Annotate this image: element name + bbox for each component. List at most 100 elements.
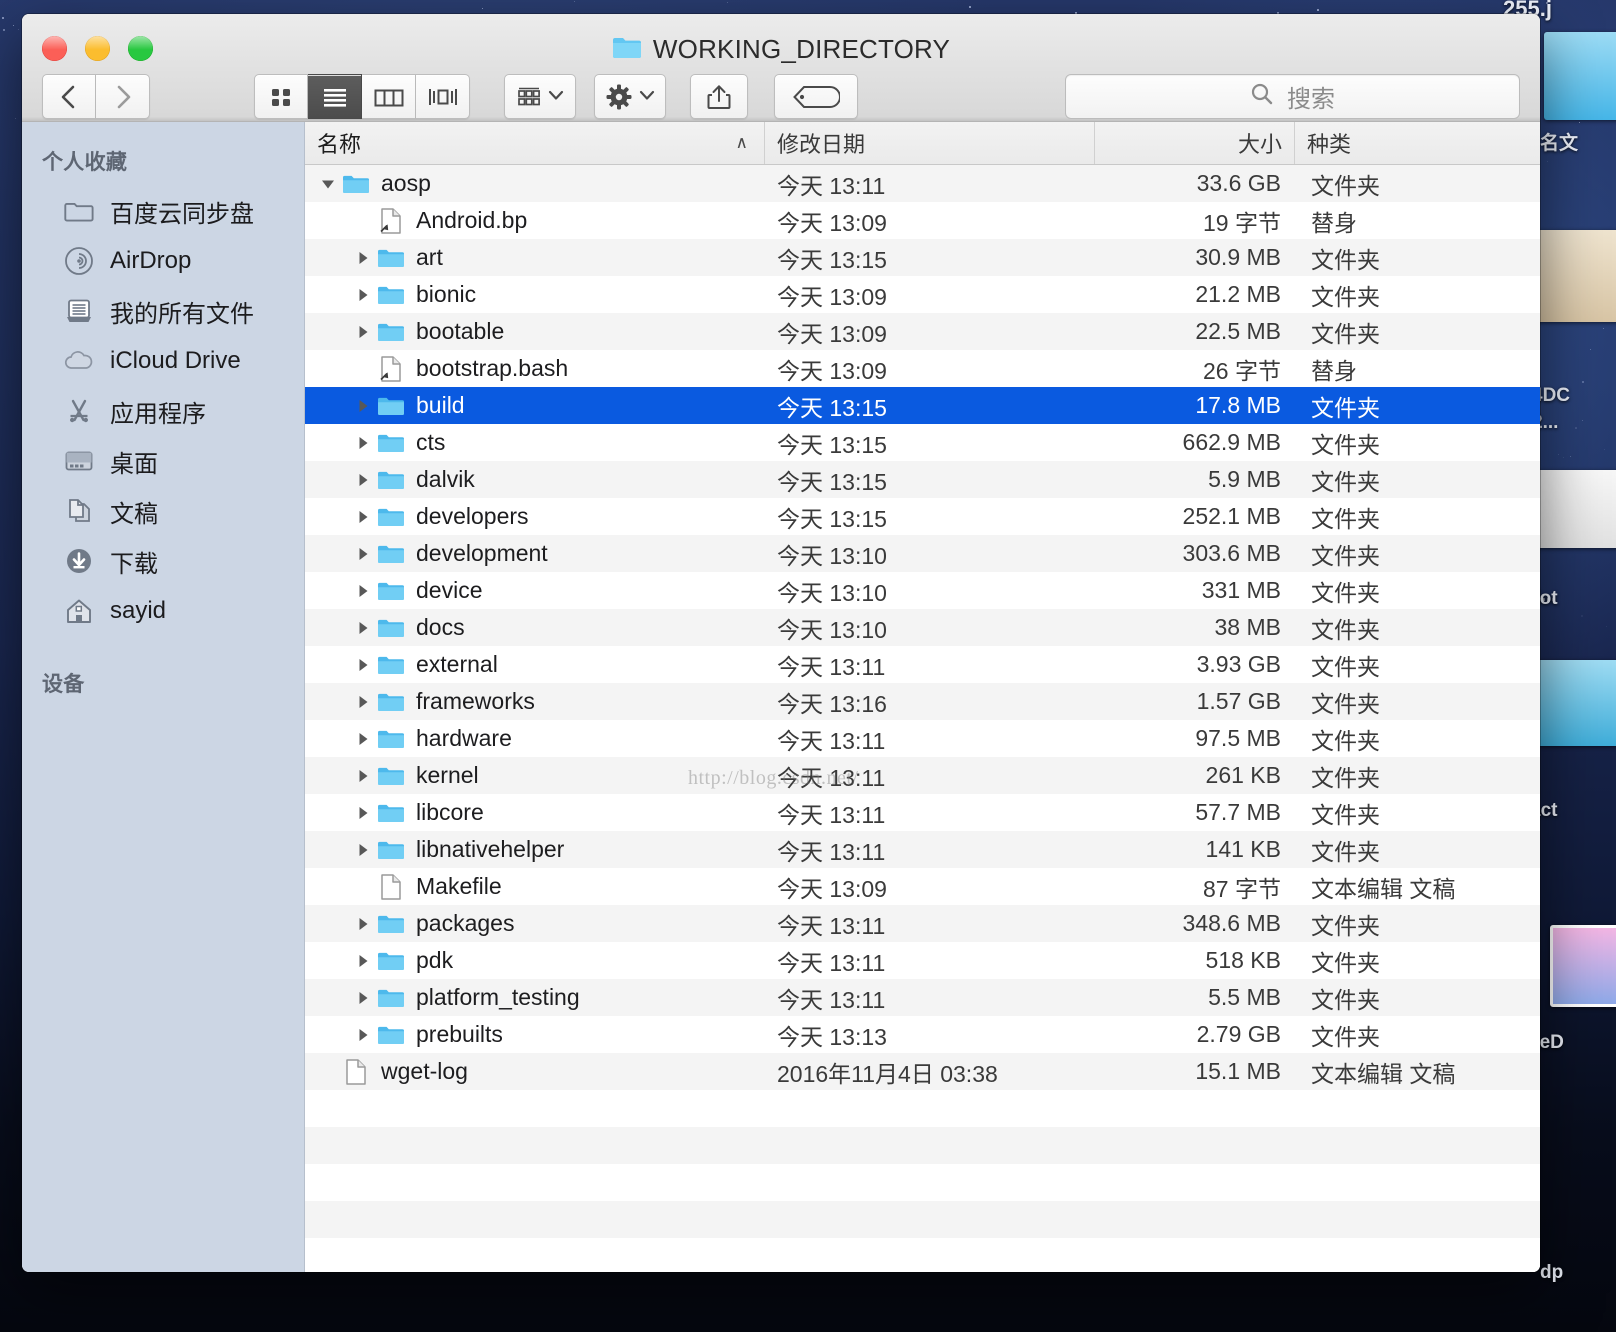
file-kind: 文件夹 bbox=[1311, 172, 1380, 199]
folder-icon bbox=[376, 802, 406, 824]
table-row[interactable]: build 今天 13:15 17.8 MB 文件夹 bbox=[305, 387, 1540, 424]
coverflow-view-button[interactable] bbox=[416, 74, 470, 119]
table-row[interactable]: bootable 今天 13:09 22.5 MB 文件夹 bbox=[305, 313, 1540, 350]
sidebar-item-icloud-drive[interactable]: iCloud Drive bbox=[22, 336, 304, 386]
file-kind: 文件夹 bbox=[1311, 246, 1380, 273]
table-row[interactable]: Makefile 今天 13:09 87 字节 文本编辑 文稿 bbox=[305, 868, 1540, 905]
action-gear-button[interactable] bbox=[594, 74, 666, 119]
search-input[interactable]: 搜索 bbox=[1065, 74, 1520, 119]
column-header-name[interactable]: 名称 ∧ bbox=[305, 122, 765, 164]
disclosure-triangle-right[interactable] bbox=[350, 952, 376, 970]
tags-button[interactable] bbox=[774, 74, 858, 119]
disclosure-triangle-right[interactable] bbox=[350, 693, 376, 711]
disclosure-triangle-right[interactable] bbox=[350, 804, 376, 822]
folder-icon bbox=[376, 950, 406, 972]
all-my-files-icon bbox=[62, 296, 96, 326]
share-button[interactable] bbox=[690, 74, 748, 119]
table-row[interactable]: kernel 今天 13:11 261 KB 文件夹 bbox=[305, 757, 1540, 794]
column-header-size-label: 大小 bbox=[1237, 132, 1282, 157]
downloads-icon bbox=[62, 546, 96, 576]
sidebar-item-downloads[interactable]: 下载 bbox=[22, 536, 304, 586]
disclosure-triangle-right[interactable] bbox=[350, 582, 376, 600]
table-row[interactable]: external 今天 13:11 3.93 GB 文件夹 bbox=[305, 646, 1540, 683]
table-row[interactable]: frameworks 今天 13:16 1.57 GB 文件夹 bbox=[305, 683, 1540, 720]
sidebar-item-home-sayid[interactable]: sayid bbox=[22, 586, 304, 636]
table-row[interactable]: wget-log 2016年11月4日 03:38 15.1 MB 文本编辑 文稿 bbox=[305, 1053, 1540, 1090]
disclosure-triangle-right[interactable] bbox=[350, 915, 376, 933]
sidebar-item-applications[interactable]: 应用程序 bbox=[22, 386, 304, 436]
desktop-thumb-3 bbox=[1530, 470, 1616, 548]
file-date: 今天 13:11 bbox=[777, 949, 886, 976]
list-view-button[interactable] bbox=[308, 74, 362, 119]
table-row-empty bbox=[305, 1201, 1540, 1238]
sidebar-item-label: 应用程序 bbox=[110, 400, 206, 428]
column-view-button[interactable] bbox=[362, 74, 416, 119]
table-row[interactable]: cts 今天 13:15 662.9 MB 文件夹 bbox=[305, 424, 1540, 461]
table-row[interactable]: aosp 今天 13:11 33.6 GB 文件夹 bbox=[305, 165, 1540, 202]
file-date: 今天 13:11 bbox=[777, 912, 886, 939]
disclosure-triangle-right[interactable] bbox=[350, 508, 376, 526]
file-size: 38 MB bbox=[1214, 614, 1281, 640]
table-row[interactable]: packages 今天 13:11 348.6 MB 文件夹 bbox=[305, 905, 1540, 942]
column-header-date[interactable]: 修改日期 bbox=[765, 122, 1095, 164]
table-row[interactable]: development 今天 13:10 303.6 MB 文件夹 bbox=[305, 535, 1540, 572]
alias-file-icon bbox=[376, 207, 406, 235]
file-date: 今天 13:09 bbox=[777, 357, 887, 384]
file-date: 今天 13:15 bbox=[777, 431, 887, 458]
column-header-size[interactable]: 大小 bbox=[1095, 122, 1295, 164]
file-name: developers bbox=[416, 503, 529, 529]
table-row[interactable]: libnativehelper 今天 13:11 141 KB 文件夹 bbox=[305, 831, 1540, 868]
table-row[interactable]: dalvik 今天 13:15 5.9 MB 文件夹 bbox=[305, 461, 1540, 498]
disclosure-triangle-right[interactable] bbox=[350, 434, 376, 452]
disclosure-triangle-right[interactable] bbox=[350, 545, 376, 563]
sidebar-item-all-my-files[interactable]: 我的所有文件 bbox=[22, 286, 304, 336]
file-size: 87 字节 bbox=[1203, 875, 1281, 902]
disclosure-triangle-right[interactable] bbox=[350, 989, 376, 1007]
table-row[interactable]: prebuilts 今天 13:13 2.79 GB 文件夹 bbox=[305, 1016, 1540, 1053]
table-row[interactable]: developers 今天 13:15 252.1 MB 文件夹 bbox=[305, 498, 1540, 535]
table-row[interactable]: device 今天 13:10 331 MB 文件夹 bbox=[305, 572, 1540, 609]
disclosure-triangle-right[interactable] bbox=[350, 323, 376, 341]
table-row[interactable]: docs 今天 13:10 38 MB 文件夹 bbox=[305, 609, 1540, 646]
back-button[interactable] bbox=[42, 74, 96, 119]
folder-icon bbox=[376, 691, 406, 713]
disclosure-triangle-right[interactable] bbox=[350, 841, 376, 859]
table-row[interactable]: libcore 今天 13:11 57.7 MB 文件夹 bbox=[305, 794, 1540, 831]
disclosure-triangle-right[interactable] bbox=[350, 730, 376, 748]
disclosure-triangle-right[interactable] bbox=[350, 619, 376, 637]
folder-icon bbox=[376, 1024, 406, 1046]
file-date: 今天 13:10 bbox=[777, 616, 887, 643]
table-row[interactable]: Android.bp 今天 13:09 19 字节 替身 bbox=[305, 202, 1540, 239]
sidebar-item-airdrop[interactable]: AirDrop bbox=[22, 236, 304, 286]
file-kind: 文件夹 bbox=[1311, 431, 1380, 458]
sidebar-item-documents[interactable]: 文稿 bbox=[22, 486, 304, 536]
forward-button[interactable] bbox=[96, 74, 150, 119]
disclosure-triangle-right[interactable] bbox=[350, 471, 376, 489]
table-row[interactable]: pdk 今天 13:11 518 KB 文件夹 bbox=[305, 942, 1540, 979]
table-row-empty bbox=[305, 1164, 1540, 1201]
disclosure-triangle-right[interactable] bbox=[350, 286, 376, 304]
table-row[interactable]: bootstrap.bash 今天 13:09 26 字节 替身 bbox=[305, 350, 1540, 387]
disclosure-triangle-right[interactable] bbox=[350, 767, 376, 785]
file-name: bootable bbox=[416, 318, 505, 344]
table-row[interactable]: art 今天 13:15 30.9 MB 文件夹 bbox=[305, 239, 1540, 276]
file-size: 30.9 MB bbox=[1195, 244, 1281, 270]
table-row[interactable]: platform_testing 今天 13:11 5.5 MB 文件夹 bbox=[305, 979, 1540, 1016]
file-name: Makefile bbox=[416, 873, 502, 899]
sidebar-item-desktop[interactable]: 桌面 bbox=[22, 436, 304, 486]
disclosure-triangle-right[interactable] bbox=[350, 397, 376, 415]
table-row[interactable]: hardware 今天 13:11 97.5 MB 文件夹 bbox=[305, 720, 1540, 757]
disclosure-triangle-right[interactable] bbox=[350, 1026, 376, 1044]
sidebar-item-baidu-sync[interactable]: 百度云同步盘 bbox=[22, 186, 304, 236]
sidebar-item-label: sayid bbox=[110, 597, 167, 624]
file-name: bionic bbox=[416, 281, 477, 307]
cloud-icon bbox=[62, 346, 96, 376]
disclosure-triangle-right[interactable] bbox=[350, 656, 376, 674]
disclosure-triangle-down[interactable] bbox=[315, 175, 341, 193]
column-header-kind[interactable]: 种类 bbox=[1295, 122, 1540, 164]
arrange-button[interactable] bbox=[504, 74, 576, 119]
table-row[interactable]: bionic 今天 13:09 21.2 MB 文件夹 bbox=[305, 276, 1540, 313]
disclosure-triangle-right[interactable] bbox=[350, 249, 376, 267]
file-date: 今天 13:11 bbox=[777, 653, 886, 680]
icon-view-button[interactable] bbox=[254, 74, 308, 119]
